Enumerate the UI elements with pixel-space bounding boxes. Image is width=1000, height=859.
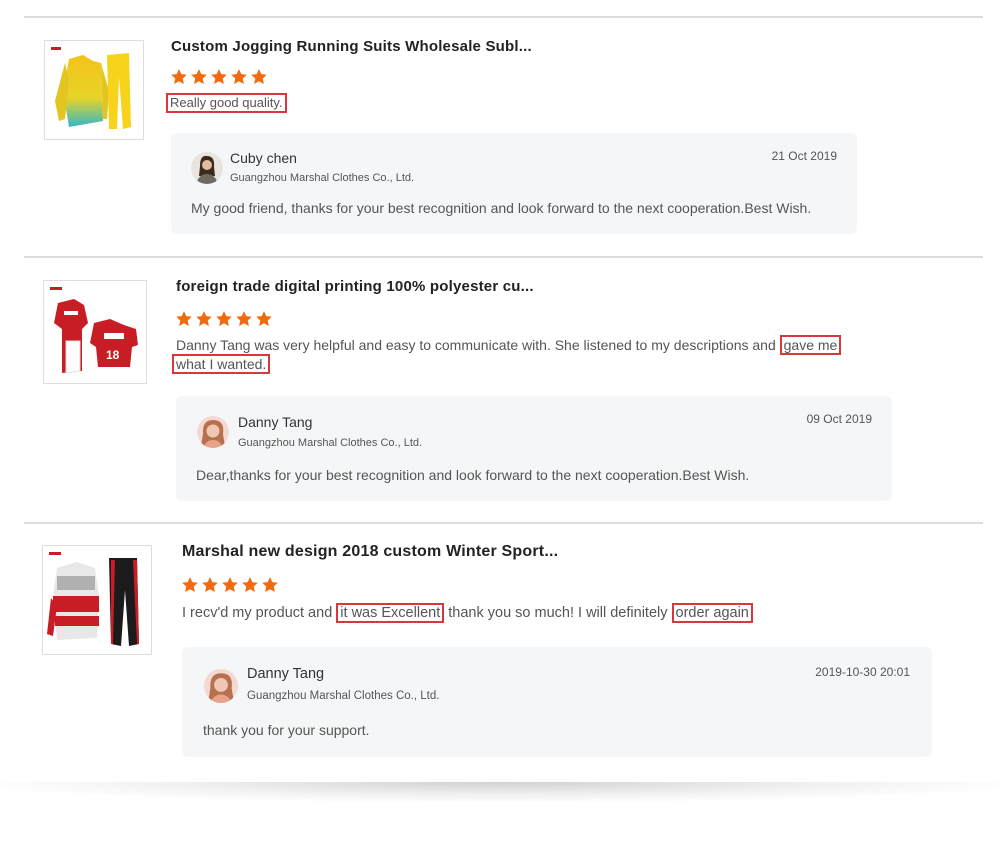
comment-highlight: gave me [779, 335, 842, 355]
star-icon [262, 577, 278, 592]
comment-highlight: it was Excellent [336, 603, 445, 623]
svg-text:18: 18 [106, 348, 120, 362]
rating-stars [181, 576, 279, 594]
product-thumbnail[interactable] [42, 545, 152, 655]
reply-company: Guangzhou Marshal Clothes Co., Ltd. [230, 172, 415, 184]
star-icon [182, 577, 198, 592]
product-title[interactable]: Custom Jogging Running Suits Wholesale S… [171, 38, 532, 55]
star-icon [242, 577, 258, 592]
reply-text: My good friend, thanks for your best rec… [191, 200, 812, 216]
seller-reply: Danny Tang Guangzhou Marshal Clothes Co.… [176, 396, 892, 501]
comment-text: thank you so much! I will definitely [444, 605, 672, 621]
section-bottom-shadow [0, 782, 1000, 802]
reply-text: Dear,thanks for your best recognition an… [196, 467, 750, 483]
star-icon [231, 69, 247, 84]
star-icon [236, 311, 252, 326]
comment-highlight: order again [671, 603, 753, 623]
comment-text: Danny Tang was very helpful and easy to … [176, 337, 780, 353]
reply-company: Guangzhou Marshal Clothes Co., Ltd. [247, 690, 440, 702]
avatar [197, 416, 229, 448]
star-icon [222, 577, 238, 592]
product-thumbnail[interactable] [44, 40, 144, 140]
review-divider [24, 522, 983, 524]
star-icon [256, 311, 272, 326]
seller-reply: Cuby chen Guangzhou Marshal Clothes Co.,… [171, 133, 857, 234]
reply-text: thank you for your support. [203, 722, 370, 738]
comment-text: I recv'd my product and [182, 605, 337, 621]
review-comment: Danny Tang was very helpful and easy to … [172, 335, 856, 374]
reply-date: 09 Oct 2019 [806, 412, 872, 426]
comment-highlight: what I wanted. [172, 354, 271, 374]
star-icon [202, 577, 218, 592]
avatar [191, 152, 223, 184]
seller-reply: Danny Tang Guangzhou Marshal Clothes Co.… [182, 647, 932, 757]
avatar [204, 669, 238, 703]
review-comment: Really good quality. [166, 93, 287, 113]
review-divider [24, 16, 983, 18]
product-title[interactable]: foreign trade digital printing 100% poly… [176, 278, 534, 295]
review-comment: I recv'd my product and it was Excellent… [182, 603, 753, 623]
star-icon [191, 69, 207, 84]
reply-date: 21 Oct 2019 [771, 149, 837, 163]
product-title[interactable]: Marshal new design 2018 custom Winter Sp… [182, 543, 558, 561]
rating-stars [170, 68, 268, 86]
star-icon [171, 69, 187, 84]
reply-author-name: Danny Tang [238, 414, 313, 430]
reply-author-name: Danny Tang [247, 666, 325, 682]
star-icon [211, 69, 227, 84]
reply-date: 2019-10-30 20:01 [815, 665, 910, 679]
star-icon [216, 311, 232, 326]
review-divider [24, 256, 983, 258]
comment-highlight: Really good quality. [166, 93, 287, 113]
star-icon [176, 311, 192, 326]
star-icon [196, 311, 212, 326]
rating-stars [175, 310, 273, 328]
reply-company: Guangzhou Marshal Clothes Co., Ltd. [238, 437, 423, 449]
star-icon [251, 69, 267, 84]
reply-author-name: Cuby chen [230, 150, 297, 166]
product-thumbnail[interactable]: 18 [43, 280, 147, 384]
